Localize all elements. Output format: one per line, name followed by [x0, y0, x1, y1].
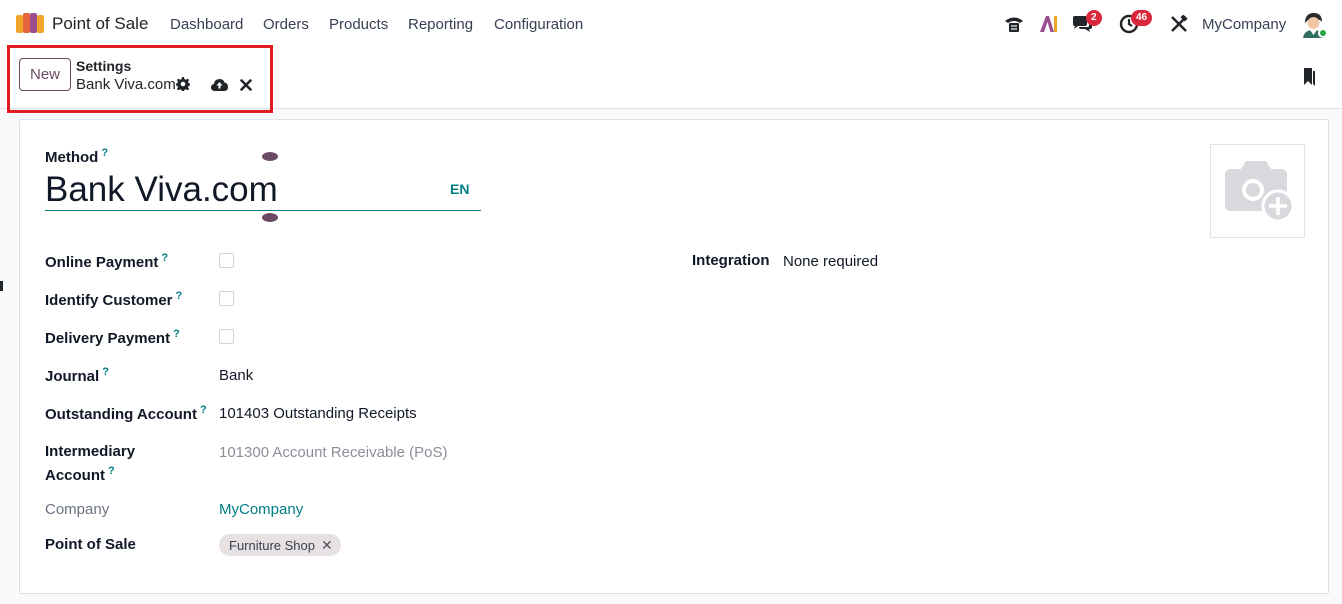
intermediary-account-help-icon[interactable]: ?: [108, 465, 115, 477]
identify-customer-checkbox[interactable]: [219, 291, 234, 306]
outstanding-account-help-icon[interactable]: ?: [200, 404, 207, 416]
new-button[interactable]: New: [19, 58, 71, 91]
company-link[interactable]: MyCompany: [219, 501, 303, 518]
intermediary-account-label-line2: Account?: [45, 465, 115, 484]
furniture-shop-tag: Furniture Shop ✕: [219, 534, 341, 556]
identify-customer-label: Identify Customer?: [45, 290, 183, 309]
delivery-payment-help-icon[interactable]: ?: [173, 328, 180, 340]
outstanding-account-label: Outstanding Account?: [45, 404, 207, 423]
tools-icon[interactable]: [1167, 12, 1191, 36]
integration-value: None required: [783, 253, 879, 270]
online-payment-label: Online Payment?: [45, 252, 169, 271]
outstanding-account-field[interactable]: 101403 Outstanding Receipts: [219, 405, 417, 422]
intermediary-account-field: 101300 Account Receivable (PoS): [219, 444, 448, 461]
gear-icon[interactable]: [175, 76, 191, 92]
delivery-payment-label: Delivery Payment?: [45, 328, 180, 347]
menu-reporting[interactable]: Reporting: [408, 16, 473, 33]
breadcrumb-parent[interactable]: Settings: [76, 58, 131, 74]
method-label: Method?: [45, 147, 109, 166]
intermediary-account-label-line1: Intermediary: [45, 443, 136, 460]
top-navbar: Point of Sale Dashboard Orders Products …: [0, 0, 1342, 48]
menu-orders[interactable]: Orders: [263, 16, 309, 33]
activities-badge: 46: [1131, 10, 1153, 26]
discard-close-icon[interactable]: [238, 77, 254, 93]
remove-tag-icon[interactable]: ✕: [321, 537, 333, 554]
language-button[interactable]: EN: [450, 181, 469, 197]
camera-add-icon: [1224, 161, 1294, 223]
company-label: Company: [45, 501, 110, 518]
image-upload[interactable]: [1210, 144, 1305, 238]
integration-label: Integration: [692, 252, 770, 269]
tag-label: Furniture Shop: [229, 537, 315, 553]
method-help-icon[interactable]: ?: [101, 147, 108, 159]
messages-badge: 2: [1086, 10, 1102, 26]
pos-app-icon[interactable]: [16, 13, 44, 33]
drag-handle-top[interactable]: [262, 152, 278, 161]
breadcrumb-current: Bank Viva.com: [76, 76, 176, 93]
drag-handle-bottom[interactable]: [262, 213, 278, 222]
online-payment-checkbox[interactable]: [219, 253, 234, 268]
journal-field[interactable]: Bank: [219, 367, 253, 384]
online-status-dot: [1318, 28, 1328, 38]
delivery-payment-checkbox[interactable]: [219, 329, 234, 344]
online-payment-help-icon[interactable]: ?: [161, 252, 168, 264]
menu-dashboard[interactable]: Dashboard: [170, 16, 243, 33]
company-switcher[interactable]: MyCompany: [1202, 16, 1286, 33]
bookmark-icon[interactable]: [1302, 67, 1316, 87]
phone-icon[interactable]: [1002, 12, 1026, 36]
ai-icon[interactable]: [1036, 12, 1060, 36]
journal-help-icon[interactable]: ?: [102, 366, 109, 378]
method-value[interactable]: Bank Viva.com: [45, 170, 278, 210]
app-name[interactable]: Point of Sale: [52, 14, 148, 34]
menu-products[interactable]: Products: [329, 16, 388, 33]
identify-customer-help-icon[interactable]: ?: [176, 290, 183, 302]
journal-label: Journal?: [45, 366, 109, 385]
point-of-sale-label: Point of Sale: [45, 536, 136, 553]
edge-mark: [0, 281, 3, 291]
save-cloud-icon[interactable]: [210, 76, 228, 92]
menu-configuration[interactable]: Configuration: [494, 16, 583, 33]
